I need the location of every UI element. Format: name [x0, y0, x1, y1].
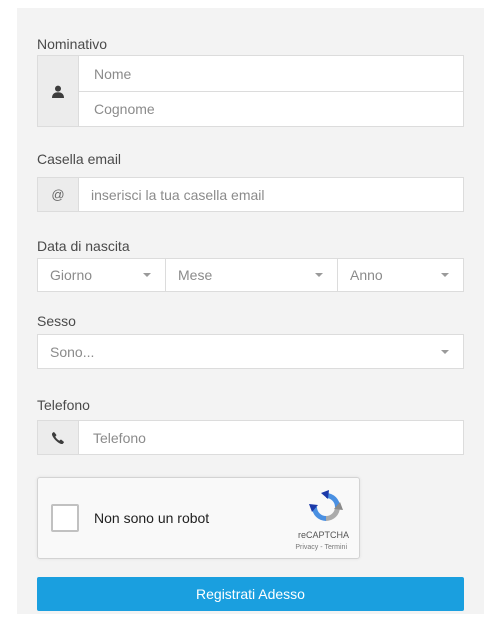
- sex-select[interactable]: Sono...: [37, 334, 464, 369]
- sex-select-value: Sono...: [50, 343, 95, 360]
- email-field[interactable]: [78, 177, 464, 212]
- register-now-button[interactable]: Registrati Adesso: [37, 577, 464, 611]
- phone-input[interactable]: [93, 429, 463, 446]
- first-name-input[interactable]: [94, 65, 463, 82]
- phone-icon-addon: [37, 420, 79, 455]
- day-select-value: Giorno: [50, 267, 93, 283]
- recaptcha-brand: reCAPTCHA: [297, 530, 349, 540]
- last-name-input[interactable]: [94, 101, 463, 117]
- month-select[interactable]: Mese: [165, 258, 338, 292]
- phone-field[interactable]: [78, 420, 464, 455]
- recaptcha-links: Privacy - Termini: [295, 544, 347, 551]
- last-name-field[interactable]: [78, 91, 464, 127]
- name-label: Nominativo: [37, 36, 108, 52]
- user-icon-addon: [37, 55, 79, 127]
- at-sign-icon: @: [51, 187, 65, 202]
- chevron-down-icon: [143, 273, 151, 277]
- recaptcha-terms-link[interactable]: Termini: [324, 544, 347, 551]
- birthdate-label: Data di nascita: [37, 238, 130, 254]
- phone-label: Telefono: [37, 397, 90, 413]
- recaptcha-logo-icon: [309, 490, 343, 521]
- recaptcha-checkbox[interactable]: [51, 504, 79, 532]
- recaptcha-widget: Non sono un robot reCAPTCHA Privacy - Te…: [37, 477, 360, 559]
- year-select-value: Anno: [350, 267, 383, 283]
- email-label: Casella email: [37, 151, 122, 167]
- chevron-down-icon: [315, 273, 323, 277]
- chevron-down-icon: [441, 349, 449, 354]
- user-icon: [52, 85, 64, 98]
- recaptcha-label: Non sono un robot: [94, 510, 210, 526]
- chevron-down-icon: [441, 273, 449, 277]
- year-select[interactable]: Anno: [337, 258, 464, 292]
- phone-icon: [52, 431, 64, 444]
- first-name-field[interactable]: [78, 55, 464, 92]
- email-input[interactable]: [91, 186, 463, 203]
- recaptcha-privacy-link[interactable]: Privacy: [295, 544, 318, 551]
- sex-label: Sesso: [37, 313, 76, 329]
- recaptcha-links-separator: -: [320, 544, 323, 551]
- month-select-value: Mese: [178, 267, 213, 283]
- at-sign-addon: @: [37, 177, 79, 212]
- day-select[interactable]: Giorno: [37, 258, 166, 292]
